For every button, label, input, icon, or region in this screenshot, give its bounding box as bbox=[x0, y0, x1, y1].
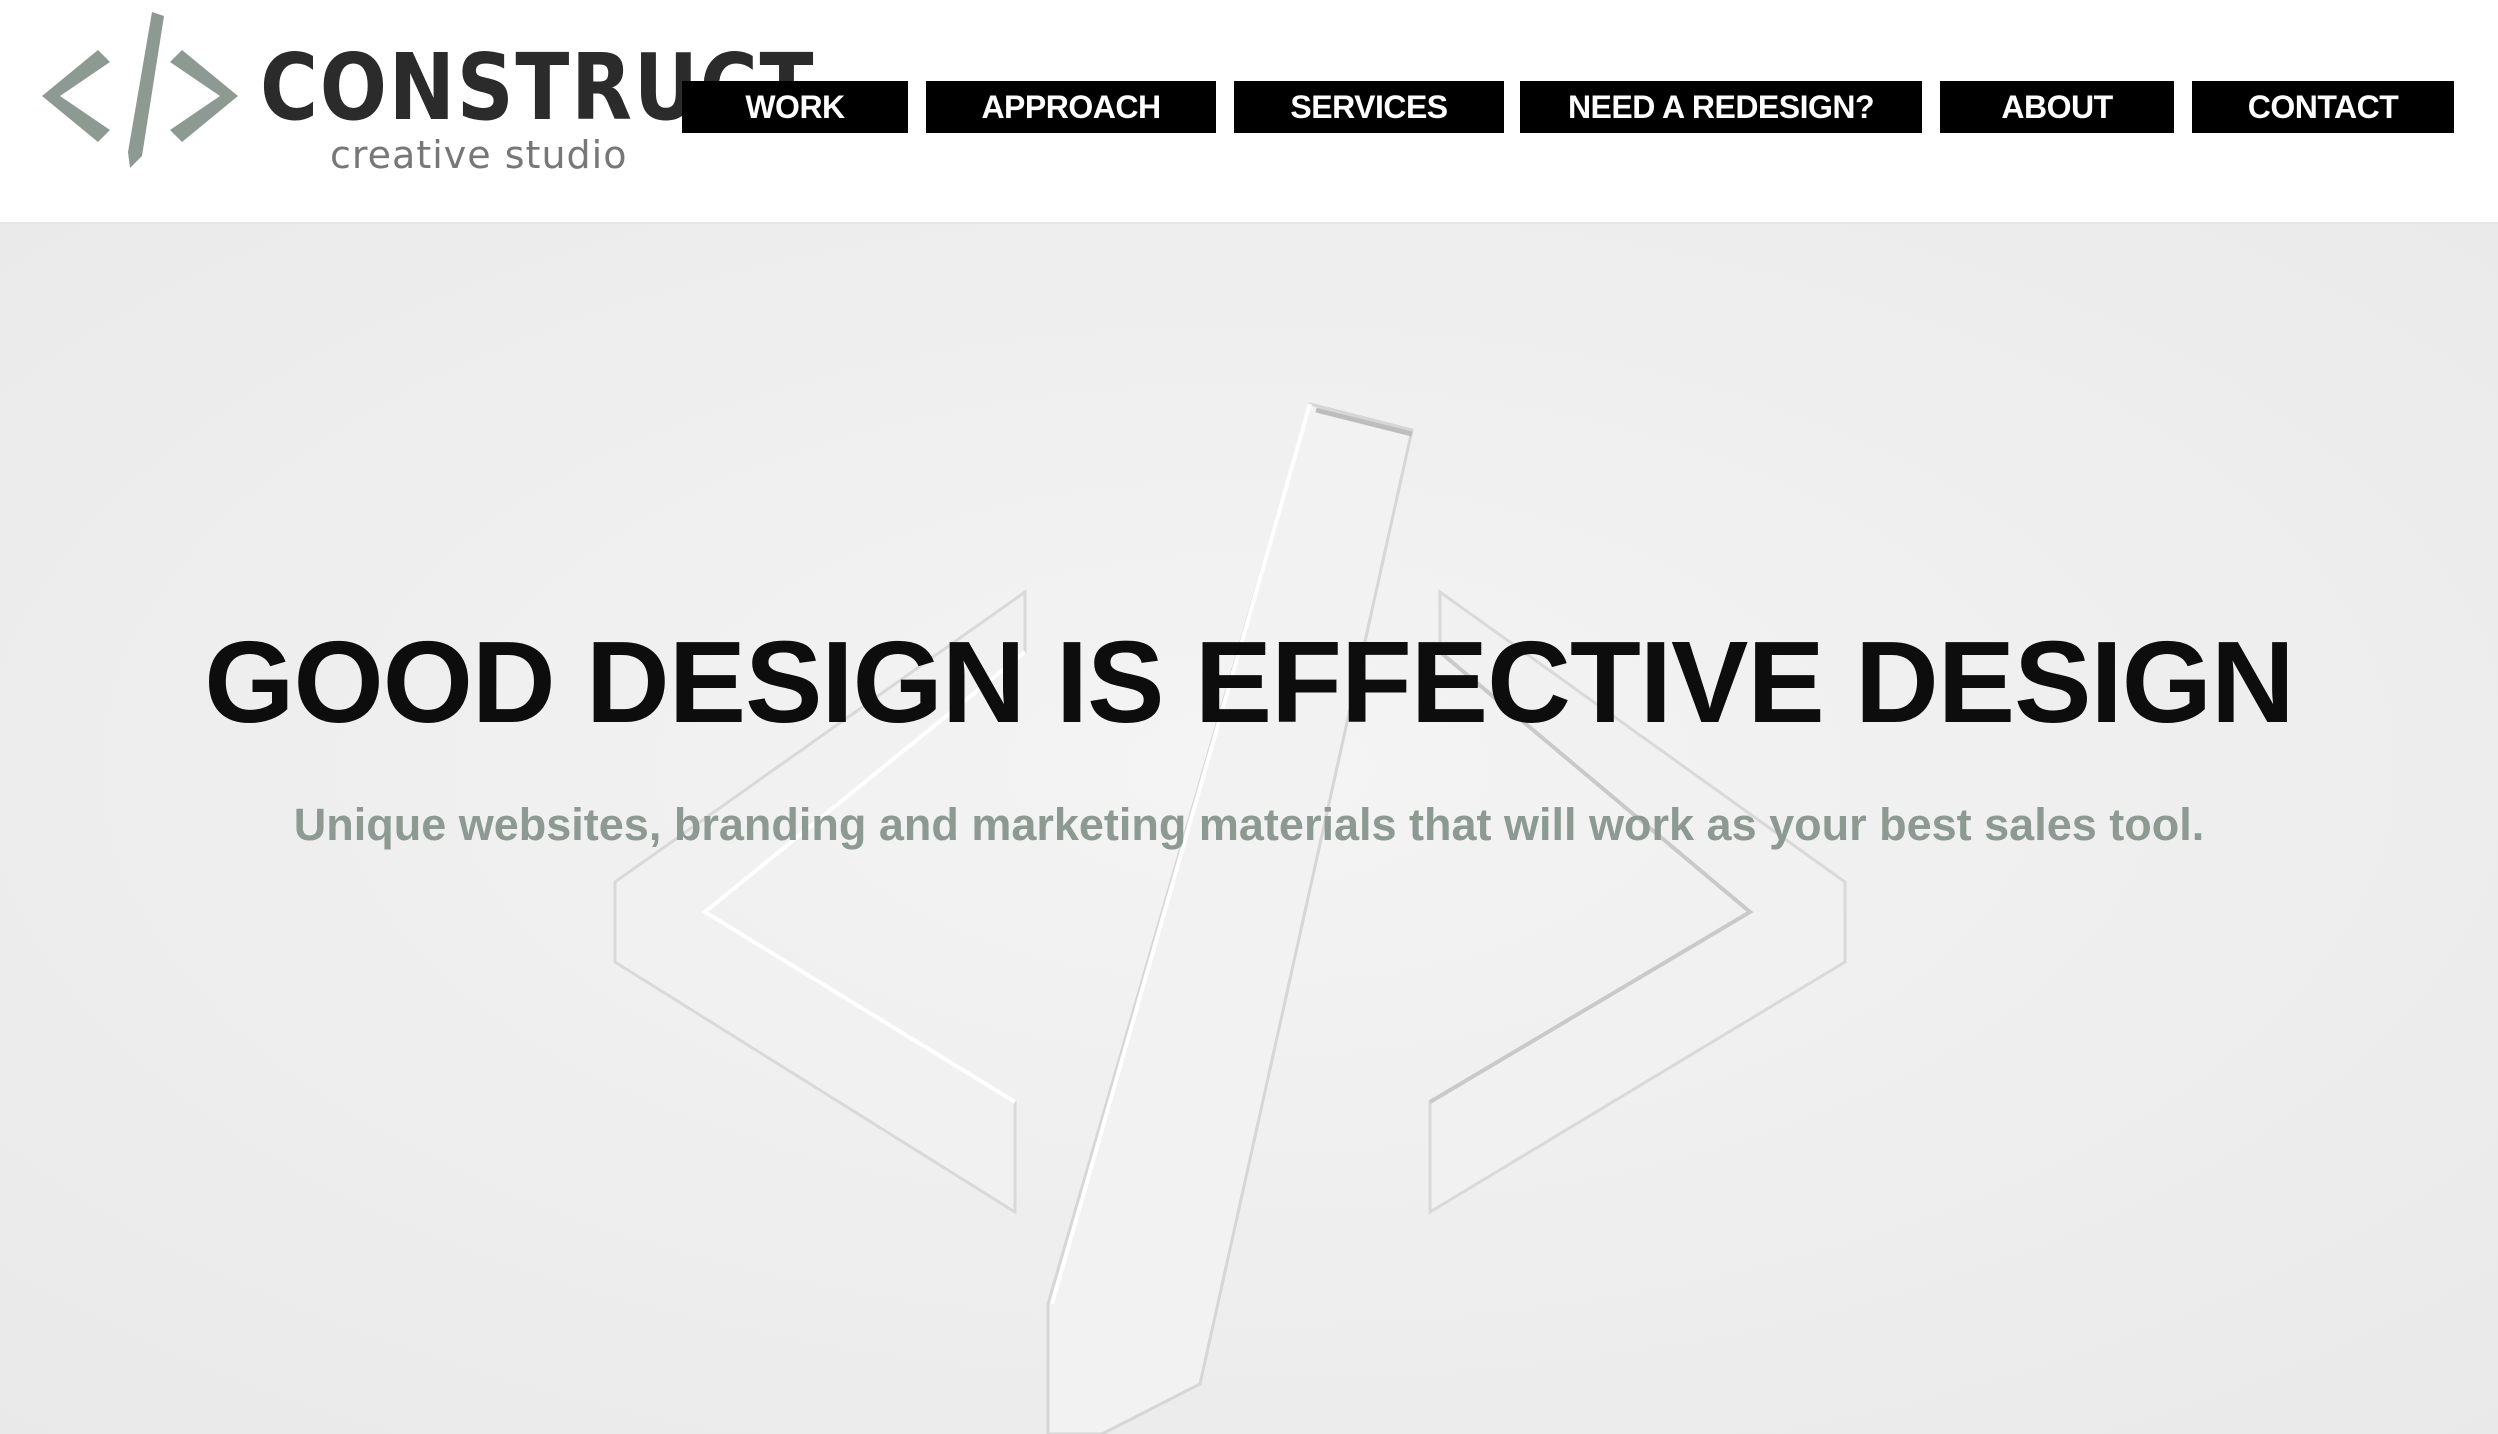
nav-item-need-a-redesign[interactable]: NEED A REDESIGN? bbox=[1520, 81, 1922, 133]
nav-item-services[interactable]: SERVICES bbox=[1234, 81, 1504, 133]
logo-tagline: creative studio bbox=[330, 133, 628, 177]
code-pencil-logo-icon bbox=[42, 12, 238, 168]
hero-section: GOOD DESIGN IS EFFECTIVE DESIGN Unique w… bbox=[0, 224, 2498, 1434]
nav-item-work[interactable]: WORK bbox=[682, 81, 908, 133]
nav-item-contact[interactable]: CONTACT bbox=[2192, 81, 2454, 133]
nav-item-approach[interactable]: APPROACH bbox=[926, 81, 1216, 133]
site-header: CONSTRUCT creative studio WORK APPROACH … bbox=[0, 0, 2498, 224]
hero-subtitle: Unique websites, branding and marketing … bbox=[293, 799, 2205, 850]
nav-item-about[interactable]: ABOUT bbox=[1940, 81, 2174, 133]
logo[interactable]: CONSTRUCT creative studio bbox=[40, 8, 813, 178]
hero-title: GOOD DESIGN IS EFFECTIVE DESIGN bbox=[204, 617, 2295, 747]
